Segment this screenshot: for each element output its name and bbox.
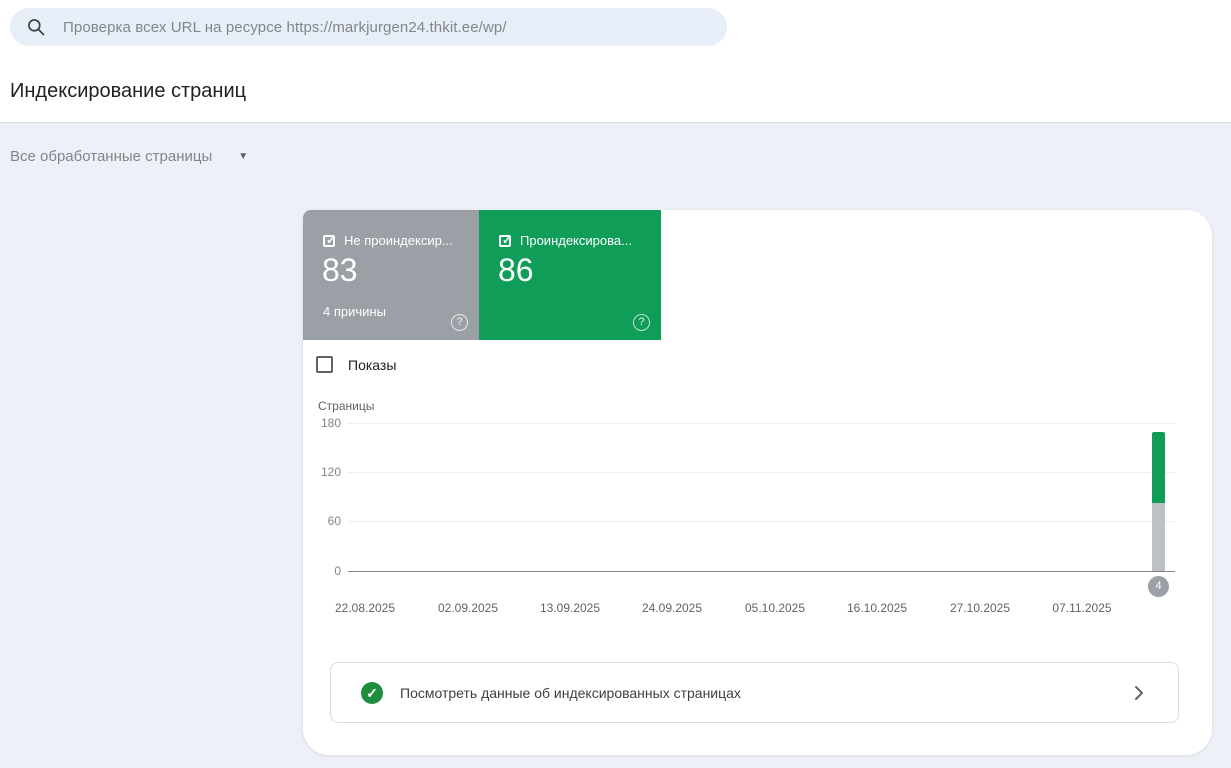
help-icon[interactable]: ? [451,314,468,331]
indexed-header: ✓ Проиндексирова... [499,233,632,248]
processed-pages-filter-dropdown[interactable]: Все обработанные страницы ▼ [10,148,248,165]
x-tick-label: 05.10.2025 [744,601,806,615]
impressions-toggle-row: Показы [316,356,396,373]
check-circle-icon: ✓ [361,681,383,704]
x-tick-label: 02.09.2025 [437,601,499,615]
page-title: Индексирование страниц [10,80,247,102]
gridline-60 [348,521,1175,522]
bar-segment-not-indexed [1152,502,1165,571]
chart-y-axis-title: Страницы [318,399,375,413]
search-console-page: Проверка всех URL на ресурсе https://mar… [0,0,1231,768]
page-indexing-card: ✓ Не проиндексир... 83 4 причины ? ✓ Про… [303,210,1212,755]
stacked-bar-latest [1152,432,1165,571]
not-indexed-reasons: 4 причины [323,304,386,319]
indexed-label: Проиндексирова... [520,233,632,248]
gridline-180 [348,423,1175,424]
chevron-down-icon: ▼ [238,151,249,162]
search-placeholder-text: Проверка всех URL на ресурсе https://mar… [63,18,507,36]
page-header: Проверка всех URL на ресурсе https://mar… [0,0,1231,123]
data-points-count-badge: 4 [1148,576,1169,597]
indexed-count: 86 [498,252,534,288]
search-icon [26,17,46,37]
not-indexed-header: ✓ Не проиндексир... [323,233,453,248]
url-inspection-search-bar[interactable]: Проверка всех URL на ресурсе https://mar… [10,8,727,46]
not-indexed-count: 83 [322,252,358,288]
checked-checkbox-icon[interactable]: ✓ [323,233,336,247]
impressions-label: Показы [348,356,397,373]
x-tick-label: 16.10.2025 [846,601,908,615]
view-indexed-pages-banner[interactable]: ✓ Посмотреть данные об индексированных с… [330,662,1179,723]
y-tick-label: 60 [327,514,341,528]
indexed-stat-card[interactable]: ✓ Проиндексирова... 86 ? [479,210,661,340]
not-indexed-label: Не проиндексир... [344,233,453,248]
x-tick-label: 22.08.2025 [334,601,396,615]
y-tick-label: 0 [334,564,341,578]
y-tick-label: 180 [320,416,341,430]
x-tick-label: 07.11.2025 [1052,601,1112,615]
impressions-checkbox[interactable] [316,356,333,373]
checked-checkbox-icon[interactable]: ✓ [499,233,512,247]
bar-segment-indexed [1152,432,1165,503]
help-icon[interactable]: ? [633,314,650,331]
x-tick-label: 24.09.2025 [641,601,703,615]
chevron-right-icon[interactable] [1134,685,1144,701]
x-axis-line [348,571,1175,572]
gridline-120 [348,472,1175,473]
banner-label: Посмотреть данные об индексированных стр… [400,684,741,701]
x-tick-label: 27.10.2025 [949,601,1011,615]
not-indexed-stat-card[interactable]: ✓ Не проиндексир... 83 4 причины ? [303,210,479,340]
y-tick-label: 120 [320,465,341,479]
filter-selected-value: Все обработанные страницы [10,148,213,165]
x-tick-label: 13.09.2025 [539,601,601,615]
